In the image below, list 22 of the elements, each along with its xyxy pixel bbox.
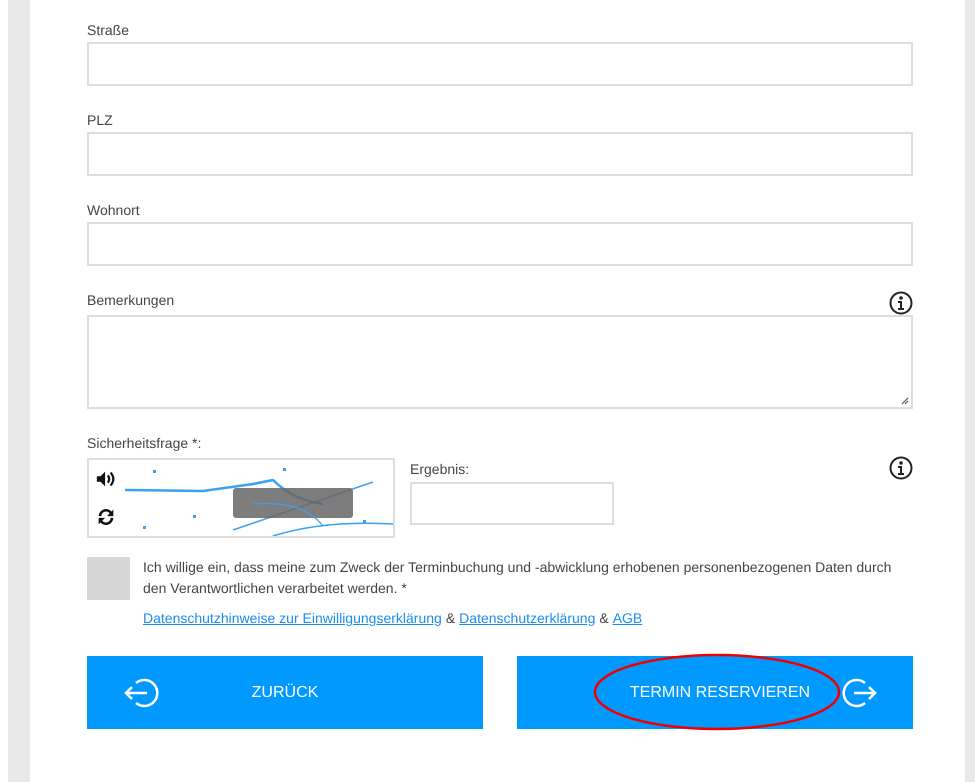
field-label: Bemerkungen (87, 291, 174, 309)
back-button[interactable]: ZURÜCK (87, 656, 483, 729)
resize-grip-icon[interactable] (899, 395, 909, 405)
link[interactable]: Datenschutzerklärung (459, 610, 596, 626)
input-field[interactable] (87, 42, 913, 86)
info-icon[interactable] (889, 456, 913, 480)
checkbox[interactable] (87, 557, 130, 600)
input-field[interactable] (87, 222, 913, 266)
link[interactable]: Datenschutzhinweise zur Einwilligungserklärung (143, 610, 442, 626)
link[interactable]: AGB (612, 610, 642, 626)
separator-text: & (599, 610, 609, 626)
input-field[interactable] (410, 482, 614, 525)
field-label: Wohnort (87, 201, 140, 219)
field-label: Ergebnis: (410, 460, 470, 478)
reserve-button[interactable]: TERMIN RESERVIEREN (517, 656, 913, 729)
info-icon[interactable] (889, 291, 913, 315)
field-label: PLZ (87, 111, 113, 129)
consent-text: Ich willige ein, dass meine zum Zweck der Terminbuchung und -abwicklung erhobenen personenbezogenen Daten durch den Verantwortlichen verarbeitet werden. * (143, 558, 892, 598)
separator-text: & (446, 610, 456, 626)
input-field[interactable] (87, 132, 913, 176)
field-label: Sicherheitsfrage *: (87, 434, 202, 452)
field-label: Straße (87, 21, 130, 39)
